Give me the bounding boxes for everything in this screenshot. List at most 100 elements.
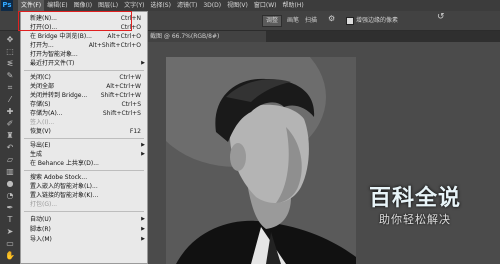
tools-panel: ✥ ⬚ ᓬ ✎ ⌗ ⁄ ✚ ✐ ♜ ↶ ▱ ▥ ● ◔ ✒ T ➤ ▭ ✋ [0, 31, 21, 264]
menu-select[interactable]: 选择(S) [147, 0, 174, 11]
eraser-tool-icon[interactable]: ▱ [4, 155, 16, 164]
lasso-tool-icon[interactable]: ᓬ [4, 59, 16, 68]
watermark: 百科全说 助你轻松解决 [345, 186, 485, 236]
menu-item-package: 打包(G)... [21, 200, 149, 209]
menu-items: 文件(F) 编辑(E) 图像(I) 图层(L) 文字(Y) 选择(S) 滤镜(T… [18, 0, 307, 11]
menu-item-save-as[interactable]: 存储为(A)... Shift+Ctrl+S [21, 109, 149, 118]
menu-type[interactable]: 文字(Y) [121, 0, 147, 11]
menu-item-save[interactable]: 存储(S) Ctrl+S [21, 100, 149, 109]
menu-item-check-in: 签入(I)... [21, 118, 149, 127]
pen-tool-icon[interactable]: ✒ [4, 203, 16, 212]
submenu-arrow-icon: ▶ [141, 142, 145, 148]
menu-view[interactable]: 视图(V) [224, 0, 251, 11]
submenu-arrow-icon: ▶ [141, 216, 145, 222]
menu-item-shortcut: Ctrl+W [119, 74, 141, 81]
enhance-edge-checkbox[interactable] [346, 17, 354, 25]
menu-item-place-linked[interactable]: 置入链接的智能对象(K)... [21, 191, 149, 200]
enhance-edge-label: 增强边缘的像素 [356, 17, 399, 24]
stamp-tool-icon[interactable]: ♜ [4, 131, 16, 140]
brush-tool-icon[interactable]: ✐ [4, 119, 16, 128]
menu-bar: Ps 文件(F) 编辑(E) 图像(I) 图层(L) 文字(Y) 选择(S) 滤… [0, 0, 500, 11]
menu-item-label: 打包(G)... [30, 201, 58, 208]
quick-select-tool-icon[interactable]: ✎ [4, 71, 16, 80]
menu-item-shortcut: Alt+Ctrl+W [106, 83, 141, 90]
adjust-label: 调整 [266, 17, 279, 24]
menu-item-search-stock[interactable]: 搜索 Adobe Stock... [21, 173, 149, 182]
menu-item-revert[interactable]: 恢复(V) F12 [21, 127, 149, 136]
history-brush-icon[interactable]: ↶ [4, 143, 16, 152]
menu-item-share-behance[interactable]: 在 Behance 上共享(D)... [21, 159, 149, 168]
menu-image[interactable]: 图像(I) [71, 0, 95, 11]
menu-item-label: 关闭(C) [30, 74, 51, 81]
menu-divider [24, 138, 144, 139]
menu-item-label: 置入嵌入的智能对象(L)... [30, 183, 98, 190]
menu-item-shortcut: Alt+Shift+Ctrl+O [88, 42, 141, 49]
menu-item-shortcut: Shift+Ctrl+W [100, 92, 141, 99]
submenu-arrow-icon: ▶ [141, 236, 145, 242]
menu-item-scripts[interactable]: 脚本(R) ▶ [21, 225, 149, 234]
menu-item-generate[interactable]: 生成 ▶ [21, 150, 149, 159]
brush-label: 画笔 [287, 17, 300, 24]
menu-item-label: 在 Behance 上共享(D)... [30, 160, 99, 167]
menu-item-label: 最近打开文件(T) [30, 60, 75, 67]
menu-item-label: 关闭全部 [30, 83, 55, 90]
menu-divider [24, 211, 144, 212]
menu-item-shortcut: Alt+Ctrl+O [107, 33, 141, 40]
submenu-arrow-icon: ▶ [141, 226, 145, 232]
menu-item-label: 签入(I)... [30, 119, 55, 126]
menu-item-open-smart-object[interactable]: 打开为智能对象... [21, 50, 149, 59]
blur-tool-icon[interactable]: ● [4, 179, 16, 188]
path-select-icon[interactable]: ➤ [4, 227, 16, 236]
menu-edit[interactable]: 编辑(E) [44, 0, 70, 11]
menu-item-label: 存储为(A)... [30, 110, 63, 117]
menu-item-label: 导入(M) [30, 236, 52, 243]
menu-item-label: 关闭并转到 Bridge... [30, 92, 88, 99]
scatter-label: 扫描 [305, 17, 318, 24]
healing-tool-icon[interactable]: ✚ [4, 107, 16, 116]
portrait-photo[interactable] [166, 57, 356, 264]
portrait-illustration [166, 57, 356, 264]
menu-item-label: 存储(S) [30, 101, 51, 108]
shape-tool-icon[interactable]: ▭ [4, 239, 16, 248]
photoshop-logo: Ps [1, 0, 13, 11]
file-menu-dropdown: 新建(N)... Ctrl+N 打开(O)... Ctrl+O 在 Bridge… [20, 11, 148, 264]
menu-file[interactable]: 文件(F) [18, 0, 45, 11]
menu-item-browse-bridge[interactable]: 在 Bridge 中浏览(B)... Alt+Ctrl+O [21, 32, 149, 41]
menu-item-open-as[interactable]: 打开为... Alt+Shift+Ctrl+O [21, 41, 149, 50]
menu-item-shortcut: Shift+Ctrl+S [102, 110, 141, 117]
reset-icon[interactable]: ↺ [437, 13, 445, 22]
menu-layer[interactable]: 图层(L) [95, 0, 121, 11]
crop-tool-icon[interactable]: ⌗ [4, 83, 16, 92]
menu-item-import[interactable]: 导入(M) ▶ [21, 235, 149, 244]
submenu-arrow-icon: ▶ [141, 151, 145, 157]
hand-tool-icon[interactable]: ✋ [4, 251, 16, 260]
menu-item-label: 搜索 Adobe Stock... [30, 174, 88, 181]
type-tool-icon[interactable]: T [4, 215, 16, 224]
menu-3d[interactable]: 3D(D) [200, 0, 224, 11]
menu-item-export[interactable]: 导出(E) ▶ [21, 141, 149, 150]
menu-item-place-embedded[interactable]: 置入嵌入的智能对象(L)... [21, 182, 149, 191]
menu-item-label: 自动(U) [30, 216, 52, 223]
menu-item-close-goto-bridge[interactable]: 关闭并转到 Bridge... Shift+Ctrl+W [21, 91, 149, 100]
menu-help[interactable]: 帮助(H) [280, 0, 307, 11]
move-tool-icon[interactable]: ✥ [4, 35, 16, 44]
gear-icon[interactable]: ⚙ [328, 14, 335, 23]
menu-window[interactable]: 窗口(W) [251, 0, 280, 11]
menu-item-close-all[interactable]: 关闭全部 Alt+Ctrl+W [21, 82, 149, 91]
watermark-title: 百科全说 [368, 186, 461, 211]
eyedropper-tool-icon[interactable]: ⁄ [4, 95, 16, 104]
menu-item-label: 导出(E) [30, 142, 51, 149]
gradient-tool-icon[interactable]: ▥ [4, 167, 16, 176]
menu-item-close[interactable]: 关闭(C) Ctrl+W [21, 73, 149, 82]
adjust-box[interactable]: 调整 [262, 15, 282, 27]
marquee-tool-icon[interactable]: ⬚ [4, 47, 16, 56]
menu-item-label: 打开为... [30, 42, 54, 49]
menu-divider [24, 70, 144, 71]
menu-filter[interactable]: 滤镜(T) [174, 0, 200, 11]
menu-item-recent-files[interactable]: 最近打开文件(T) ▶ [21, 59, 149, 68]
document-tab[interactable]: 截图 @ 66.7%(RGB/8#) [146, 31, 266, 42]
menu-item-shortcut: F12 [129, 128, 141, 135]
highlight-box [18, 11, 132, 31]
dodge-tool-icon[interactable]: ◔ [4, 191, 16, 200]
menu-item-automate[interactable]: 自动(U) ▶ [21, 215, 149, 224]
